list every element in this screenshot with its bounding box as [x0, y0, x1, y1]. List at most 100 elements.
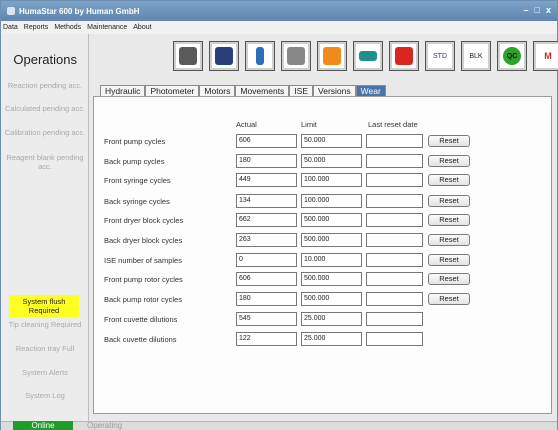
row-label: Back pump cycles [104, 157, 165, 166]
actual-field[interactable]: 606 [236, 134, 297, 148]
reagent-button[interactable] [245, 41, 275, 71]
actual-field[interactable]: 606 [236, 272, 297, 286]
reset-button[interactable]: Reset [428, 254, 470, 266]
last-reset-field[interactable] [366, 154, 423, 168]
actual-field[interactable]: 122 [236, 332, 297, 346]
actual-field[interactable]: 662 [236, 213, 297, 227]
row-label: Back cuvette dilutions [104, 335, 177, 344]
actual-field[interactable]: 449 [236, 173, 297, 187]
limit-field[interactable]: 500.000 [301, 272, 362, 286]
reset-button[interactable]: Reset [428, 174, 470, 186]
last-reset-field[interactable] [366, 272, 423, 286]
limit-field[interactable]: 25.000 [301, 312, 362, 326]
operating-status: Operating [87, 421, 123, 430]
last-reset-field[interactable] [366, 312, 423, 326]
online-badge: Online [13, 421, 73, 430]
last-reset-field[interactable] [366, 213, 423, 227]
tray-icon [359, 51, 377, 61]
worklist-button[interactable] [281, 41, 311, 71]
limit-field[interactable]: 100.000 [301, 194, 362, 208]
row-label: Front cuvette dilutions [104, 315, 178, 324]
qc-icon: QC [503, 47, 521, 65]
limit-field[interactable]: 10.000 [301, 253, 362, 267]
app-window: HumaStar 600 by Human GmbH – □ x Data Re… [0, 0, 558, 430]
last-reset-field[interactable] [366, 332, 423, 346]
limit-field[interactable]: 100.000 [301, 173, 362, 187]
sidebar-item-system-log[interactable]: System Log [1, 391, 89, 400]
std-button[interactable]: STD [425, 41, 455, 71]
reset-button[interactable]: Reset [428, 293, 470, 305]
window-title: HumaStar 600 by Human GmbH [19, 6, 140, 16]
row-label: Front pump rotor cycles [104, 275, 183, 284]
sidebar-item-reaction[interactable]: Reaction pending acc. [1, 81, 89, 90]
row-label: Front pump cycles [104, 137, 166, 146]
reset-button[interactable]: Reset [428, 195, 470, 207]
row-label: Front syringe cycles [104, 176, 171, 185]
row-label: Front dryer block cycles [104, 216, 184, 225]
last-reset-field[interactable] [366, 292, 423, 306]
std-icon: STD [433, 52, 447, 60]
blk-icon: BLK [469, 52, 483, 60]
blk-button[interactable]: BLK [461, 41, 491, 71]
limit-field[interactable]: 500.000 [301, 292, 362, 306]
column-last-reset: Last reset date [368, 120, 418, 129]
actual-field[interactable]: 0 [236, 253, 297, 267]
window-controls: – □ x [524, 5, 551, 15]
analyzer-icon [179, 47, 197, 65]
sample-icon [323, 47, 341, 65]
users-icon [215, 47, 233, 65]
last-reset-field[interactable] [366, 194, 423, 208]
actual-field[interactable]: 134 [236, 194, 297, 208]
limit-field[interactable]: 50.000 [301, 134, 362, 148]
minimize-button[interactable]: – [524, 5, 529, 15]
rack-icon [395, 47, 413, 65]
limit-field[interactable]: 50.000 [301, 154, 362, 168]
sample-button[interactable] [317, 41, 347, 71]
operations-title: Operations [13, 52, 77, 67]
column-limit: Limit [301, 120, 317, 129]
reset-button[interactable]: Reset [428, 135, 470, 147]
reset-button[interactable]: Reset [428, 155, 470, 167]
menu-maintenance[interactable]: Maintenance [87, 24, 127, 31]
actual-field[interactable]: 180 [236, 292, 297, 306]
reagent-bottle-icon [256, 47, 264, 65]
actual-field[interactable]: 545 [236, 312, 297, 326]
actual-field[interactable]: 263 [236, 233, 297, 247]
row-label: Back syringe cycles [104, 197, 170, 206]
last-reset-field[interactable] [366, 134, 423, 148]
report-button[interactable]: M [533, 41, 558, 71]
sidebar-item-system-flush[interactable]: System flush Required [9, 295, 79, 317]
sidebar-item-calibration[interactable]: Calibration pending acc. [1, 128, 89, 137]
users-button[interactable] [209, 41, 239, 71]
sidebar-item-system-alerts[interactable]: System Alerts [1, 368, 89, 377]
menu-about[interactable]: About [133, 24, 151, 31]
tray-button[interactable] [353, 41, 383, 71]
menu-reports[interactable]: Reports [24, 24, 49, 31]
limit-field[interactable]: 25.000 [301, 332, 362, 346]
worklist-icon [287, 47, 305, 65]
sidebar-item-reagent-blank[interactable]: Reagent blank pending acc. [1, 153, 89, 171]
limit-field[interactable]: 500.000 [301, 233, 362, 247]
close-button[interactable]: x [546, 5, 551, 15]
last-reset-field[interactable] [366, 173, 423, 187]
app-icon [7, 7, 15, 15]
maximize-button[interactable]: □ [535, 5, 540, 15]
last-reset-field[interactable] [366, 253, 423, 267]
limit-field[interactable]: 500.000 [301, 213, 362, 227]
reset-button[interactable]: Reset [428, 273, 470, 285]
toolbar: STD BLK QC M [173, 41, 558, 73]
actual-field[interactable]: 180 [236, 154, 297, 168]
sidebar-item-calculated[interactable]: Calculated pending acc. [1, 104, 89, 113]
sidebar-item-tip-cleaning[interactable]: Tip cleaning Required [1, 320, 89, 329]
title-bar: HumaStar 600 by Human GmbH – □ x [1, 1, 557, 21]
menu-methods[interactable]: Methods [54, 24, 81, 31]
last-reset-field[interactable] [366, 233, 423, 247]
analyzer-button[interactable] [173, 41, 203, 71]
reset-button[interactable]: Reset [428, 214, 470, 226]
row-label: ISE number of samples [104, 256, 182, 265]
rack-button[interactable] [389, 41, 419, 71]
qc-button[interactable]: QC [497, 41, 527, 71]
reset-button[interactable]: Reset [428, 234, 470, 246]
sidebar-item-reaction-tray[interactable]: Reaction tray Full [1, 344, 89, 353]
menu-data[interactable]: Data [3, 24, 18, 31]
